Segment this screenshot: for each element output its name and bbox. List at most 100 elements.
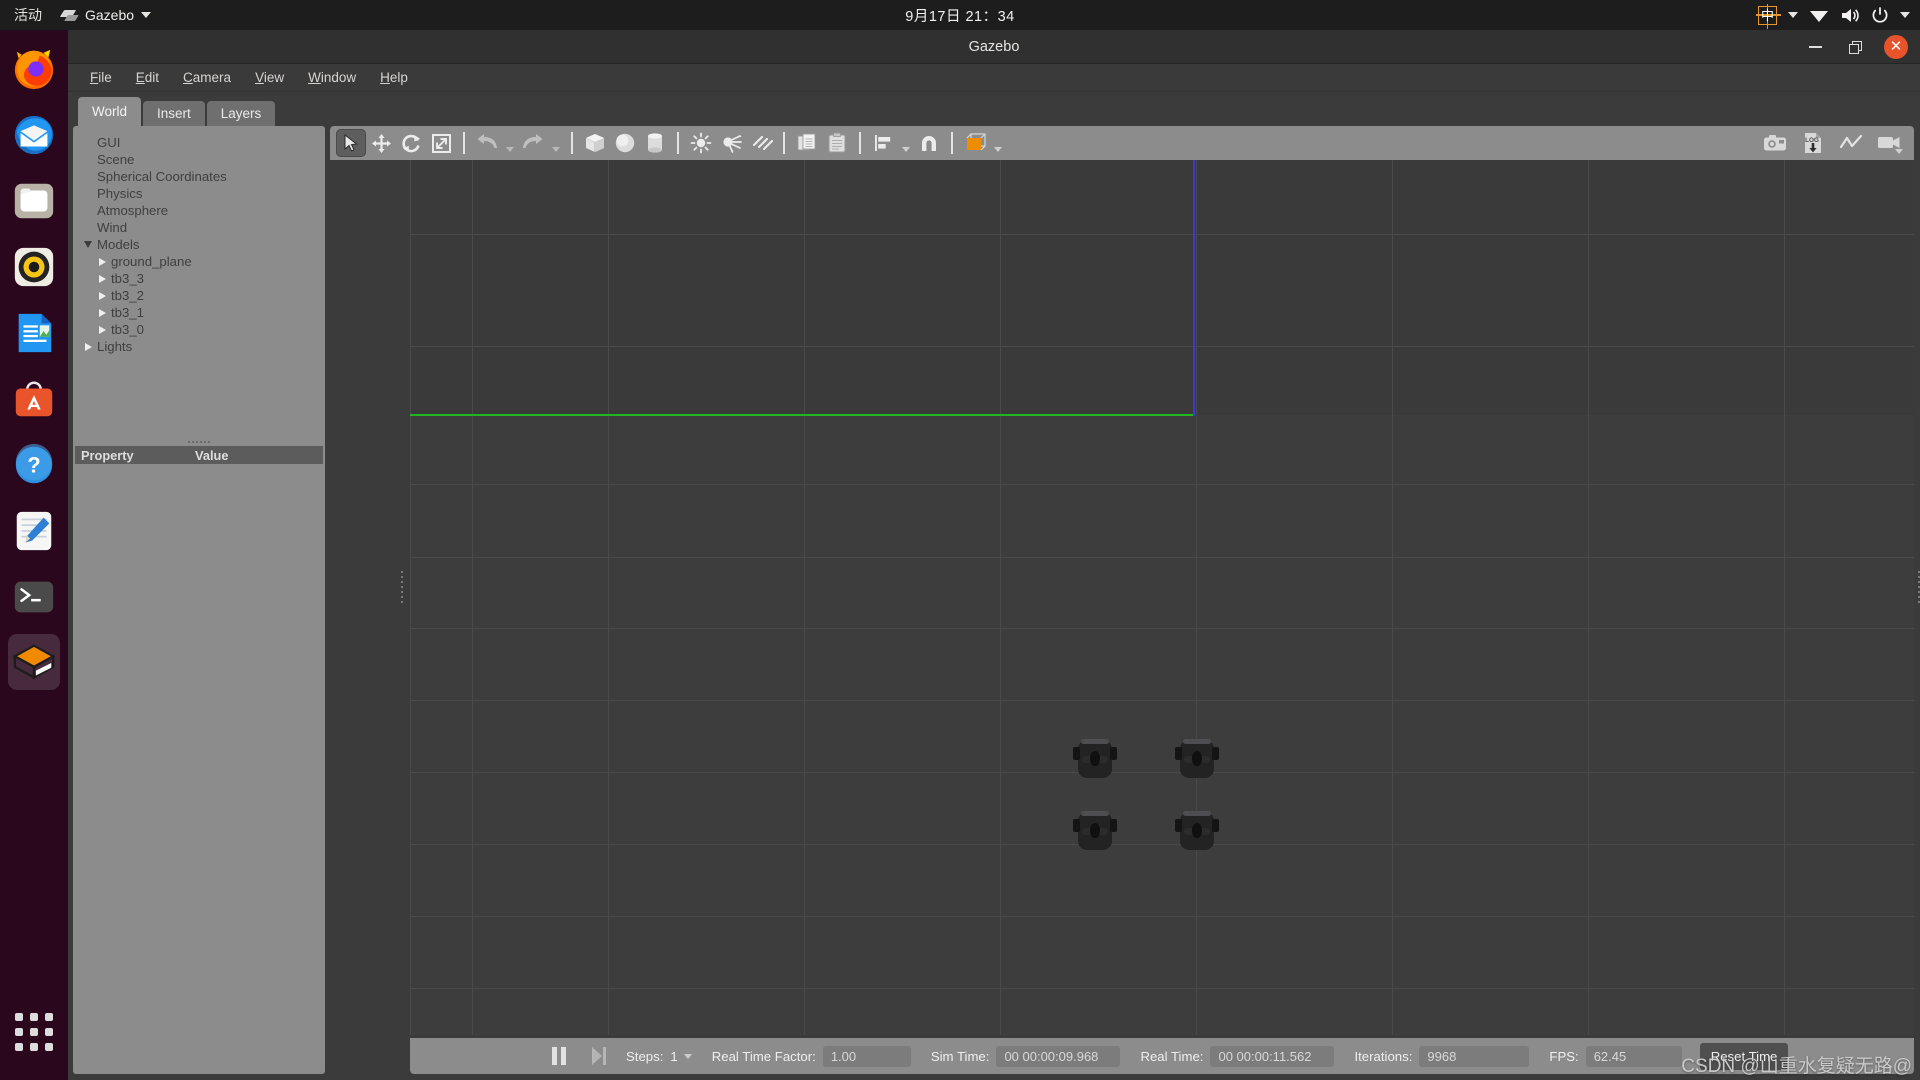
- robot-tb3-1[interactable]: [1175, 738, 1219, 780]
- wifi-icon[interactable]: [1809, 7, 1829, 23]
- column-header-property: Property: [81, 447, 134, 463]
- tree-item-scene[interactable]: Scene: [73, 151, 325, 168]
- tree-item-tb3-0[interactable]: tb3_0: [73, 321, 325, 338]
- view-mode-button[interactable]: [960, 129, 990, 157]
- paste-button[interactable]: [822, 129, 852, 157]
- redo-button[interactable]: [518, 129, 548, 157]
- tree-item-spherical-coordinates[interactable]: Spherical Coordinates: [73, 168, 325, 185]
- viewport-left-splitter[interactable]: [401, 570, 403, 603]
- gazebo-window: Gazebo ✕ File Edit Camera View Window He…: [68, 30, 1920, 1080]
- menu-camera[interactable]: Camera: [171, 67, 243, 88]
- tree-item-physics[interactable]: Physics: [73, 185, 325, 202]
- view-mode-dropdown[interactable]: [990, 129, 1006, 157]
- directional-light-icon: [752, 135, 773, 151]
- power-icon[interactable]: [1871, 6, 1889, 24]
- expander-collapsed-icon[interactable]: [81, 342, 95, 351]
- dock-item-libreoffice-writer[interactable]: [4, 302, 64, 364]
- tree-item-tb3-3[interactable]: tb3_3: [73, 270, 325, 287]
- insert-spot-light-button[interactable]: [716, 129, 746, 157]
- thunderbird-icon: [14, 115, 54, 155]
- dock-item-terminal[interactable]: [4, 566, 64, 628]
- dock-item-firefox[interactable]: [4, 38, 64, 100]
- step-button[interactable]: [592, 1047, 606, 1065]
- help-icon: ?: [15, 443, 53, 484]
- insert-directional-light-button[interactable]: [746, 129, 776, 157]
- insert-cylinder-button[interactable]: [640, 129, 670, 157]
- dock-item-rhythmbox[interactable]: [4, 236, 64, 298]
- tree-item-wind[interactable]: Wind: [73, 219, 325, 236]
- tree-item-gui[interactable]: GUI: [73, 134, 325, 151]
- rotate-mode-button[interactable]: [396, 129, 426, 157]
- expander-collapsed-icon[interactable]: [95, 291, 109, 300]
- log-button[interactable]: LOG: [1798, 129, 1828, 157]
- screenshot-button[interactable]: [1760, 129, 1790, 157]
- minimize-button[interactable]: [1804, 36, 1826, 58]
- expander-collapsed-icon[interactable]: [95, 257, 109, 266]
- firefox-icon: [14, 49, 54, 90]
- tab-layers[interactable]: Layers: [206, 101, 276, 126]
- robot-tb3-3[interactable]: [1175, 810, 1219, 852]
- tree-item-tb3-1[interactable]: tb3_1: [73, 304, 325, 321]
- point-light-icon: [690, 132, 712, 154]
- tab-insert[interactable]: Insert: [143, 101, 205, 126]
- y-axis-line: [410, 414, 1193, 416]
- menu-window[interactable]: Window: [296, 67, 368, 88]
- plot-button[interactable]: [1836, 129, 1866, 157]
- iterations-label: Iterations:: [1354, 1048, 1413, 1064]
- tree-item-atmosphere[interactable]: Atmosphere: [73, 202, 325, 219]
- snap-button[interactable]: [914, 129, 944, 157]
- dock-item-help[interactable]: ?: [4, 434, 64, 496]
- tree-item-lights[interactable]: Lights: [73, 338, 325, 355]
- robot-tb3-0[interactable]: [1073, 738, 1117, 780]
- dock-item-ubuntu-software[interactable]: [4, 368, 64, 430]
- dock-item-gazebo[interactable]: [4, 632, 64, 694]
- tree-item-tb3-2[interactable]: tb3_2: [73, 287, 325, 304]
- text-editor-icon: [16, 511, 52, 551]
- select-mode-button[interactable]: [336, 129, 366, 157]
- steps-spinner-chevron-down-icon[interactable]: [683, 1053, 692, 1059]
- tray-chevron-down-icon[interactable]: [1900, 12, 1910, 18]
- dock-item-text-editor[interactable]: [4, 500, 64, 562]
- expander-expanded-icon[interactable]: [81, 241, 95, 248]
- expander-collapsed-icon[interactable]: [95, 274, 109, 283]
- 3d-viewport[interactable]: [410, 160, 1914, 1035]
- ime-chevron-down-icon[interactable]: [1788, 12, 1798, 18]
- undo-history-dropdown[interactable]: [502, 129, 518, 157]
- tab-world[interactable]: World: [78, 97, 142, 126]
- tree-item-models[interactable]: Models: [73, 236, 325, 253]
- dock-item-files[interactable]: [4, 170, 64, 232]
- copy-button[interactable]: [792, 129, 822, 157]
- expander-collapsed-icon[interactable]: [95, 325, 109, 334]
- libreoffice-writer-icon: [18, 313, 52, 353]
- translate-mode-button[interactable]: [366, 129, 396, 157]
- cylinder-icon: [648, 133, 662, 153]
- align-button[interactable]: [868, 129, 898, 157]
- insert-box-button[interactable]: [580, 129, 610, 157]
- gazebo-icon: [12, 644, 56, 680]
- pause-button[interactable]: [552, 1047, 566, 1065]
- undo-button[interactable]: [472, 129, 502, 157]
- insert-point-light-button[interactable]: [686, 129, 716, 157]
- expander-collapsed-icon[interactable]: [95, 308, 109, 317]
- robot-tb3-2[interactable]: [1073, 810, 1117, 852]
- render-toolbar-right: LOG: [1760, 129, 1908, 157]
- menu-file[interactable]: File: [78, 67, 124, 88]
- undo-arrow-icon: [477, 134, 497, 148]
- volume-icon[interactable]: [1840, 7, 1860, 24]
- record-video-button[interactable]: [1874, 129, 1904, 157]
- ime-indicator-icon[interactable]: 中: [1756, 3, 1781, 29]
- scale-mode-button[interactable]: [426, 129, 456, 157]
- toolbar-separator: [783, 132, 785, 154]
- clock[interactable]: 9月17日 21：34: [0, 5, 1920, 26]
- dock-item-thunderbird[interactable]: [4, 104, 64, 166]
- insert-sphere-button[interactable]: [610, 129, 640, 157]
- close-button[interactable]: ✕: [1884, 34, 1908, 59]
- redo-history-dropdown[interactable]: [548, 129, 564, 157]
- maximize-button[interactable]: [1844, 36, 1866, 58]
- align-dropdown[interactable]: [898, 129, 914, 157]
- menu-help[interactable]: Help: [368, 67, 420, 88]
- tree-item-ground-plane[interactable]: ground_plane: [73, 253, 325, 270]
- menu-edit[interactable]: Edit: [124, 67, 171, 88]
- show-applications-button[interactable]: [4, 1002, 64, 1062]
- menu-view[interactable]: View: [243, 67, 296, 88]
